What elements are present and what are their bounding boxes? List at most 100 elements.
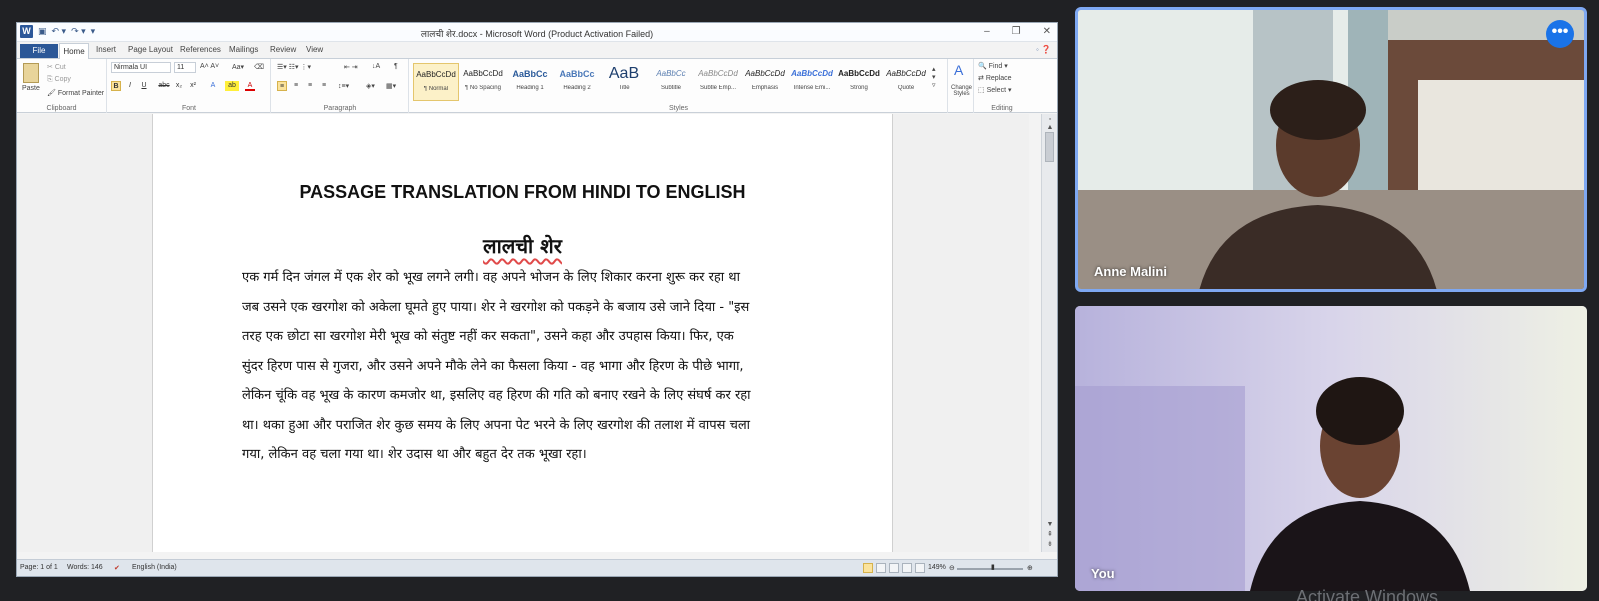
style-heading-1[interactable]: AaBbCc Heading 1: [507, 63, 553, 101]
sort-icon[interactable]: ↓A: [372, 63, 380, 70]
show-marks-icon[interactable]: ¶: [394, 63, 398, 70]
tab-file[interactable]: File: [20, 44, 58, 58]
style-subtitle[interactable]: AaBbCc Subtitle: [648, 63, 694, 101]
font-family-box[interactable]: Nirmala UI: [111, 62, 171, 73]
tab-mailings[interactable]: Mailings: [229, 45, 258, 54]
activate-windows-watermark: Activate Windows: [1296, 587, 1439, 601]
style-heading-2[interactable]: AaBbCc Heading 2: [554, 63, 600, 101]
word-window: W ▣ ↶ ▾ ↷ ▾ ▾ लालची शेर.docx - Microsoft…: [16, 22, 1058, 577]
tab-page-layout[interactable]: Page Layout: [128, 45, 173, 54]
grow-shrink-font-icon[interactable]: A˄ A˅: [200, 63, 219, 70]
superscript-button[interactable]: x²: [188, 81, 198, 91]
ruler-toggle-icon[interactable]: ▫: [1042, 116, 1057, 123]
zoom-in-icon[interactable]: ⊕: [1027, 564, 1033, 572]
web-layout-view-icon[interactable]: [889, 563, 899, 573]
participant-tile-you[interactable]: You: [1075, 306, 1587, 591]
borders-icon[interactable]: ▦▾: [386, 82, 396, 90]
style-strong[interactable]: AaBbCcDd Strong: [836, 63, 882, 101]
tab-home[interactable]: Home: [59, 43, 89, 59]
font-label: Font: [181, 105, 196, 112]
draft-view-icon[interactable]: [915, 563, 925, 573]
close-icon[interactable]: ✕: [1043, 26, 1051, 37]
find-label: Find: [988, 63, 1003, 70]
page-count[interactable]: Page: 1 of 1: [20, 564, 58, 571]
maximize-icon[interactable]: ❐: [1012, 26, 1021, 37]
style-no-spacing[interactable]: AaBbCcDd ¶ No Spacing: [460, 63, 506, 101]
passage-line: तरह एक छोटा सा खरगोश मेरी भूख को संतुष्ट…: [242, 329, 734, 344]
find-button[interactable]: 🔍 Find ▾: [978, 62, 1008, 70]
replace-button[interactable]: ⇄ Replace: [978, 74, 1012, 82]
italic-button[interactable]: I: [125, 81, 135, 91]
language-indicator[interactable]: English (India): [132, 564, 177, 571]
align-left-icon[interactable]: ≡: [277, 81, 287, 91]
help-icon[interactable]: ◦ ❓: [1036, 45, 1051, 54]
style-name: Quote: [897, 85, 915, 91]
style-preview: AaB: [608, 65, 640, 82]
zoom-out-icon[interactable]: ⊖: [949, 564, 955, 572]
style-title[interactable]: AaB Title: [601, 63, 647, 101]
participant-tile-anne[interactable]: ••• Anne Malini: [1075, 7, 1587, 292]
bullets-icon[interactable]: ☰▾ ☷▾ ⋮▾: [277, 63, 311, 71]
change-styles-button[interactable]: Change Styles: [949, 85, 974, 97]
style-name: Emphasis: [751, 85, 779, 91]
strikethrough-button[interactable]: abc: [157, 81, 171, 91]
font-color-button[interactable]: A: [245, 81, 255, 91]
tab-references[interactable]: References: [180, 45, 221, 54]
proofing-icon[interactable]: ✔: [114, 564, 120, 572]
scroll-thumb[interactable]: [1045, 132, 1054, 162]
tab-view[interactable]: View: [306, 45, 323, 54]
highlight-button[interactable]: ab: [225, 81, 239, 91]
previous-page-icon[interactable]: ⇞: [1042, 530, 1057, 538]
style-quote[interactable]: AaBbCcDd Quote: [883, 63, 929, 101]
next-page-icon[interactable]: ⇟: [1042, 540, 1057, 548]
select-button[interactable]: ⬚ Select ▾: [978, 86, 1012, 94]
more-options-button[interactable]: •••: [1546, 20, 1574, 48]
change-styles-icon[interactable]: A: [954, 62, 963, 78]
bold-button[interactable]: B: [111, 81, 121, 91]
styles-group: AaBbCcDd ¶ Normal AaBbCcDd ¶ No Spacing Aa…: [410, 59, 948, 113]
line-spacing-icon[interactable]: ↕≡▾: [338, 82, 349, 90]
editing-group: 🔍 Find ▾ ⇄ Replace ⬚ Select ▾ Editing: [975, 59, 1029, 113]
vertical-scrollbar[interactable]: ▫ ▲ ▼ ⇞ ⇟: [1041, 114, 1057, 552]
tab-insert[interactable]: Insert: [96, 45, 116, 54]
copy-label: Copy: [54, 76, 71, 83]
scroll-down-icon[interactable]: ▼: [1042, 521, 1057, 528]
underline-button[interactable]: U: [139, 81, 149, 91]
style-emphasis[interactable]: AaBbCcDd Emphasis: [742, 63, 788, 101]
style-intense-emphasis[interactable]: AaBbCcDd Intense Emi...: [789, 63, 835, 101]
paste-icon[interactable]: [23, 63, 39, 83]
change-case-icon[interactable]: Aa▾: [232, 63, 244, 71]
zoom-slider-thumb[interactable]: ▮: [991, 563, 995, 571]
zoom-level[interactable]: 149%: [928, 564, 946, 571]
tab-review[interactable]: Review: [270, 45, 296, 54]
document-page[interactable]: PASSAGE TRANSLATION FROM HINDI TO ENGLIS…: [152, 114, 893, 552]
full-screen-view-icon[interactable]: [876, 563, 886, 573]
copy-button[interactable]: ⎘ Copy: [47, 76, 71, 84]
align-center-icon[interactable]: ≡: [291, 81, 301, 91]
style-subtle-emphasis[interactable]: AaBbCcDd Subtle Emp...: [695, 63, 741, 101]
paste-button[interactable]: Paste: [22, 85, 40, 92]
style-name: Intense Emi...: [793, 85, 831, 91]
print-layout-view-icon[interactable]: [863, 563, 873, 573]
outline-view-icon[interactable]: [902, 563, 912, 573]
participant-video: [1078, 10, 1584, 289]
clear-format-icon[interactable]: ⌫: [254, 63, 264, 71]
style-name: Strong: [850, 85, 868, 91]
format-painter-button[interactable]: 🖌 Format Painter: [47, 89, 104, 97]
style-preview: AaBbCc: [512, 69, 548, 79]
subscript-button[interactable]: x₂: [174, 81, 184, 91]
style-normal[interactable]: AaBbCcDd ¶ Normal: [413, 63, 459, 101]
word-count[interactable]: Words: 146: [67, 564, 103, 571]
scroll-up-icon[interactable]: ▲: [1042, 124, 1057, 131]
minimize-icon[interactable]: –: [984, 26, 990, 37]
cut-button[interactable]: ✂ Cut: [47, 63, 66, 71]
zoom-slider[interactable]: [957, 568, 1023, 570]
shading-icon[interactable]: ◈▾: [366, 82, 375, 90]
align-right-icon[interactable]: ≡: [305, 81, 315, 91]
font-size-box[interactable]: 11: [174, 62, 196, 73]
styles-scroll-icon[interactable]: ▴ ▾ ▿: [932, 65, 936, 89]
indent-icon[interactable]: ⇤ ⇥: [344, 63, 358, 71]
document-title: लालची शेर: [153, 232, 892, 259]
justify-icon[interactable]: ≡: [319, 81, 329, 91]
text-effects-button[interactable]: A: [208, 81, 218, 91]
